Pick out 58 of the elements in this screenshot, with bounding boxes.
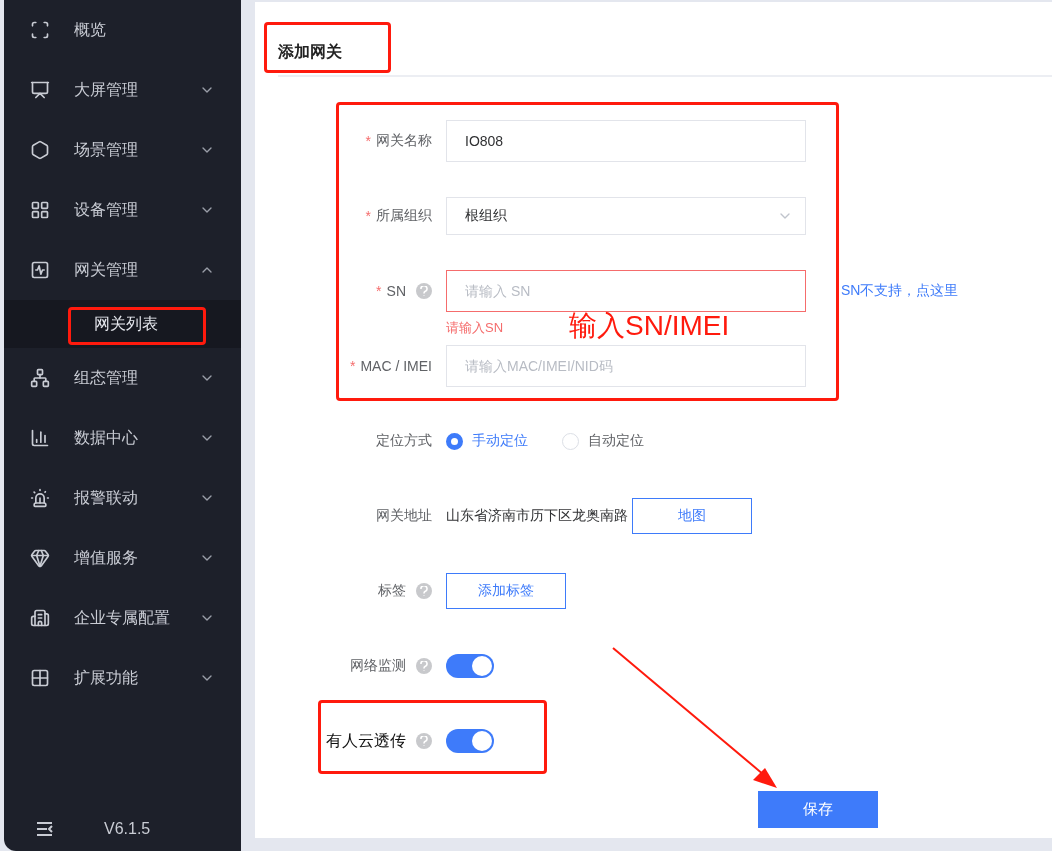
field-label: 网关名称 <box>376 132 432 150</box>
version-text: V6.1.5 <box>104 820 151 838</box>
map-button[interactable]: 地图 <box>632 498 752 534</box>
sitemap-icon <box>30 368 50 388</box>
toggle-switch[interactable] <box>446 654 494 678</box>
required-mark: * <box>365 133 371 149</box>
required-mark: * <box>350 358 356 374</box>
chart-icon <box>30 260 50 280</box>
text-input[interactable]: 请输入 SN <box>446 270 806 312</box>
save-button[interactable]: 保存 <box>758 791 878 828</box>
help-icon[interactable] <box>416 283 432 299</box>
field-label: 有人云透传 <box>326 730 406 751</box>
required-mark: * <box>365 208 371 224</box>
text-input[interactable]: IO808 <box>446 120 806 162</box>
required-mark: * <box>376 283 382 299</box>
scan-icon <box>30 20 50 40</box>
add-tag-button[interactable]: 添加标签 <box>446 573 566 609</box>
field-label: MAC / IMEI <box>360 358 432 374</box>
menu-item[interactable]: 数据中心 <box>4 408 241 468</box>
error-message: 请输入SN <box>446 319 504 337</box>
radio-button[interactable] <box>446 432 463 450</box>
siren-icon <box>30 488 50 508</box>
menu-item[interactable]: 报警联动 <box>4 468 241 528</box>
select-field[interactable]: 根组织 <box>446 197 806 235</box>
help-icon[interactable] <box>416 733 432 749</box>
field-label: 所属组织 <box>376 207 432 225</box>
menu-item[interactable]: 扩展功能 <box>4 648 241 708</box>
grid-icon <box>30 200 50 220</box>
menu-item[interactable]: 网关管理 <box>4 240 241 300</box>
menu-item[interactable]: 组态管理 <box>4 348 241 408</box>
gem-icon <box>30 548 50 568</box>
bar-chart-icon <box>30 428 50 448</box>
field-label: SN <box>386 283 406 299</box>
collapse-menu-icon[interactable] <box>36 822 54 836</box>
field-label: 标签 <box>378 582 406 600</box>
help-link[interactable]: SN不支持，点这里 <box>841 282 959 300</box>
help-icon[interactable] <box>416 658 432 674</box>
annotation-note: 输入SN/IMEI <box>569 309 730 343</box>
menu-item[interactable]: 设备管理 <box>4 180 241 240</box>
grid-icon <box>30 668 50 688</box>
radio-label: 自动定位 <box>588 432 644 450</box>
menu-item[interactable]: 场景管理 <box>4 120 241 180</box>
building-icon <box>30 608 50 628</box>
submenu-item[interactable]: 网关列表 <box>94 313 158 335</box>
monitor-icon <box>30 80 50 100</box>
field-label: 网关地址 <box>376 507 432 525</box>
toggle-switch[interactable] <box>446 729 494 753</box>
radio-label: 手动定位 <box>472 432 528 450</box>
menu-item[interactable]: 增值服务 <box>4 528 241 588</box>
field-label: 定位方式 <box>376 432 432 450</box>
hexagon-icon <box>30 140 50 160</box>
help-icon[interactable] <box>416 583 432 599</box>
page-title: 添加网关 <box>278 42 342 62</box>
menu-item[interactable]: 概览 <box>4 0 241 60</box>
field-label: 网络监测 <box>350 657 406 675</box>
menu-item[interactable]: 企业专属配置 <box>4 588 241 648</box>
address-text: 山东省济南市历下区龙奥南路 <box>446 507 628 525</box>
menu-item[interactable]: 大屏管理 <box>4 60 241 120</box>
